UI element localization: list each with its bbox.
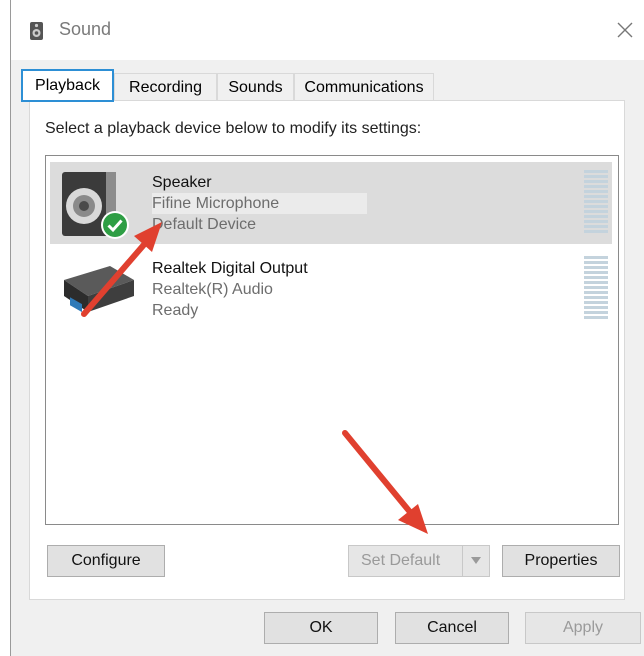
title-bar: Sound	[11, 0, 644, 60]
digital-output-icon	[64, 266, 134, 313]
device-row-realtek-digital-output[interactable]: Realtek Digital Output Realtek(R) Audio …	[50, 248, 612, 330]
tab-playback[interactable]: Playback	[21, 69, 114, 102]
device-status: Ready	[152, 302, 199, 319]
device-status: Default Device	[152, 216, 257, 233]
sound-dialog: Sound Playback Recording Sounds Communic…	[10, 0, 644, 656]
device-name: Speaker	[152, 174, 212, 191]
window-title: Sound	[59, 19, 112, 39]
tab-recording[interactable]: Recording	[114, 73, 217, 101]
close-button[interactable]	[605, 14, 644, 46]
properties-button[interactable]: Properties	[502, 545, 620, 577]
tab-sounds[interactable]: Sounds	[217, 73, 294, 101]
apply-button[interactable]: Apply	[525, 612, 641, 644]
configure-button[interactable]: Configure	[47, 545, 165, 577]
device-name: Realtek Digital Output	[152, 260, 308, 277]
close-icon	[617, 22, 633, 38]
ok-button[interactable]: OK	[264, 612, 378, 644]
device-list: Speaker Fifine Microphone Default Device	[45, 155, 619, 525]
tab-communications[interactable]: Communications	[294, 73, 434, 101]
set-default-label: Set Default	[361, 552, 441, 569]
device-description: Realtek(R) Audio	[152, 281, 273, 298]
speaker-app-icon	[30, 22, 43, 40]
cancel-button[interactable]: Cancel	[395, 612, 509, 644]
device-info: Speaker Fifine Microphone Default Device	[152, 172, 368, 235]
device-info: Realtek Digital Output Realtek(R) Audio …	[152, 258, 308, 321]
device-description: Fifine Microphone	[152, 193, 368, 214]
set-default-split-button[interactable]: Set Default	[348, 545, 490, 577]
level-meter	[584, 170, 608, 233]
check-badge-icon	[101, 211, 129, 239]
speaker-icon	[62, 172, 116, 236]
instruction-text: Select a playback device below to modify…	[45, 120, 422, 137]
level-meter	[584, 256, 608, 319]
chevron-down-icon	[471, 557, 481, 564]
device-row-speaker[interactable]: Speaker Fifine Microphone Default Device	[50, 162, 612, 244]
set-default-dropdown[interactable]	[462, 546, 489, 576]
